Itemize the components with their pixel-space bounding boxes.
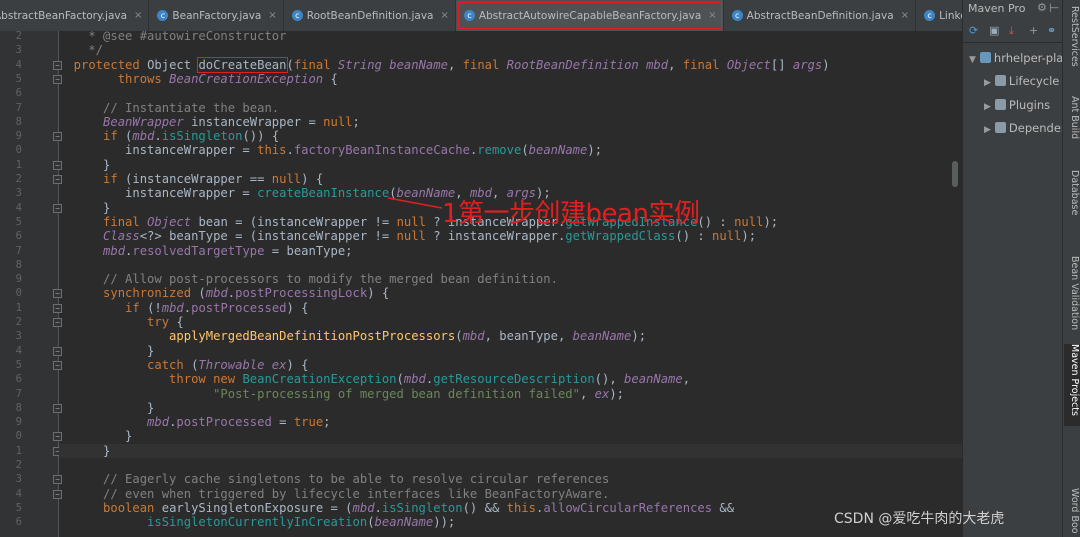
annotation-arrow <box>387 197 443 209</box>
annotation-label: 1第一步创建bean实例 <box>442 199 700 229</box>
watermark: CSDN @爱吃牛肉的大老虎 <box>834 511 1005 527</box>
